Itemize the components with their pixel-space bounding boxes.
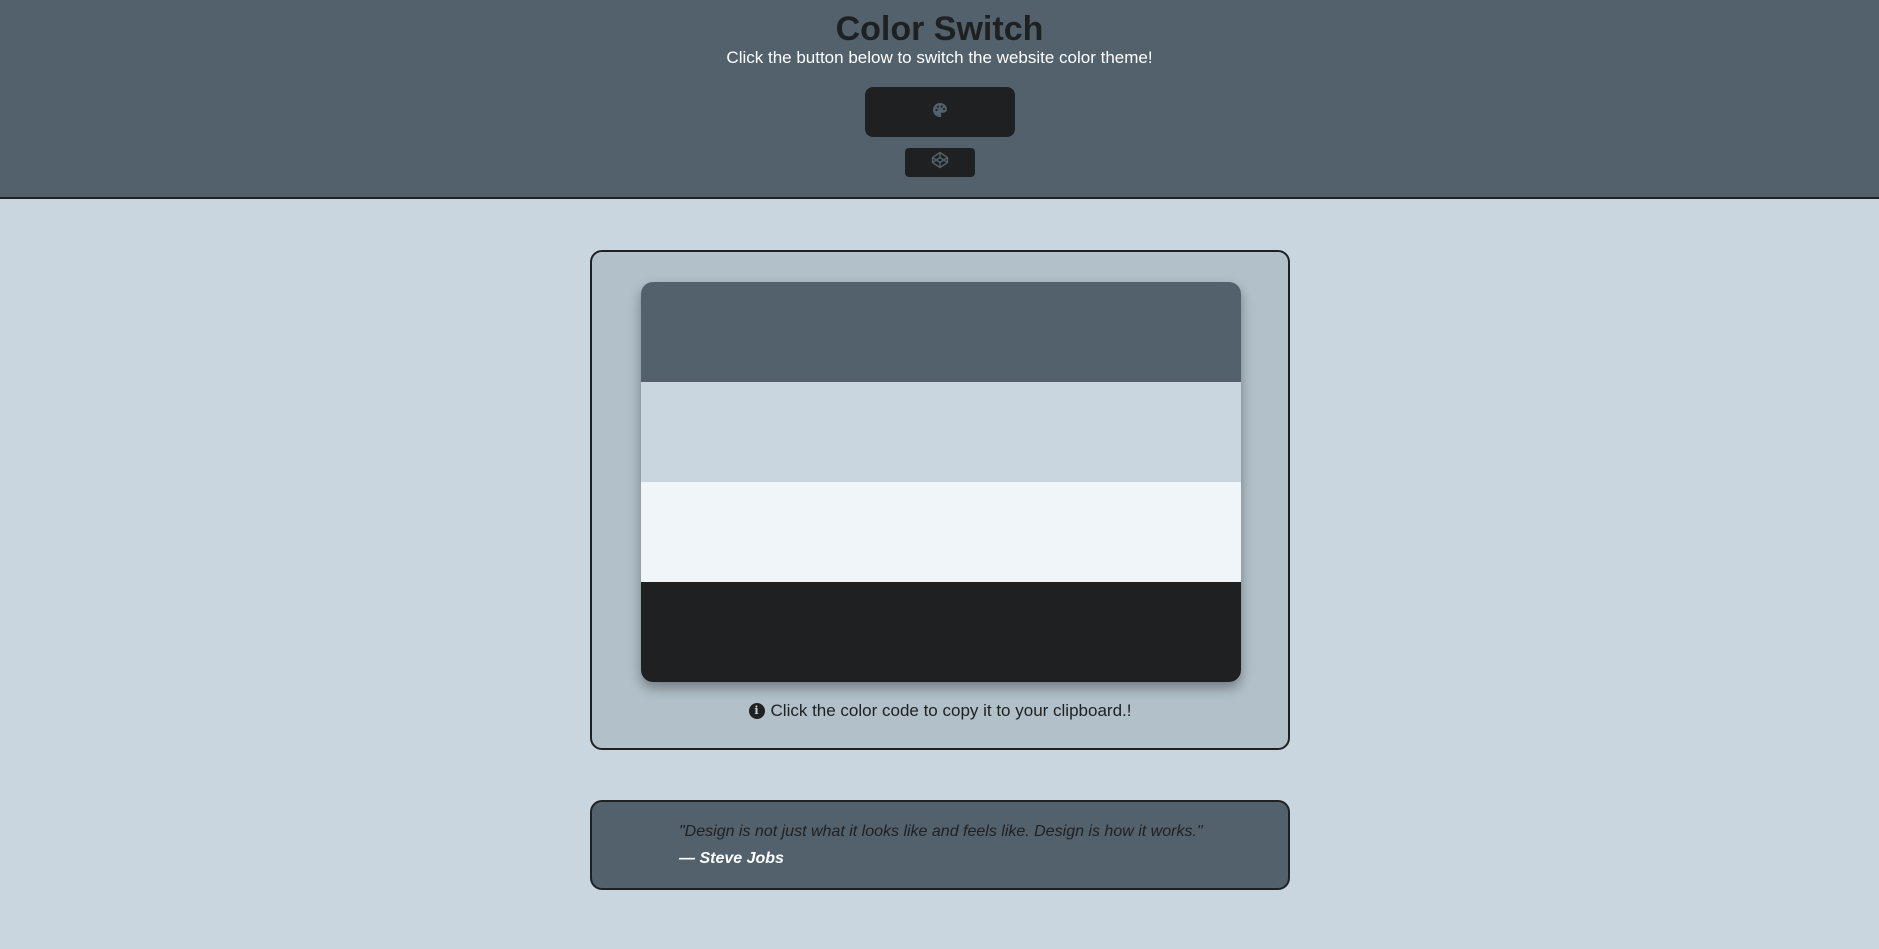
quote-box: "Design is not just what it looks like a… [590,800,1290,890]
color-swatch[interactable]: #c9d6df [641,382,1241,482]
copy-hint-text: Click the color code to copy it to your … [770,701,1132,720]
quote-text: "Design is not just what it looks like a… [679,823,1203,840]
info-icon: i [748,703,765,719]
copy-hint: i Click the color code to copy it to you… [592,701,1288,721]
quote-author: — Steve Jobs [679,850,784,867]
color-swatch[interactable]: #52616b [641,282,1241,382]
switch-theme-button[interactable] [865,87,1015,137]
codepen-icon [931,151,949,174]
palette-card: #52616b #c9d6df #f0f5f9 #1f2022 i Click … [590,250,1290,750]
page-title: Color Switch [835,10,1044,48]
palette-icon [932,102,948,123]
color-palette: #52616b #c9d6df #f0f5f9 #1f2022 [641,282,1241,682]
color-swatch[interactable]: #1f2022 [641,582,1241,682]
codepen-button[interactable] [905,148,975,177]
header: Color Switch Click the button below to s… [0,0,1879,199]
color-swatch[interactable]: #f0f5f9 [641,482,1241,582]
page-subtitle: Click the button below to switch the web… [726,48,1153,67]
